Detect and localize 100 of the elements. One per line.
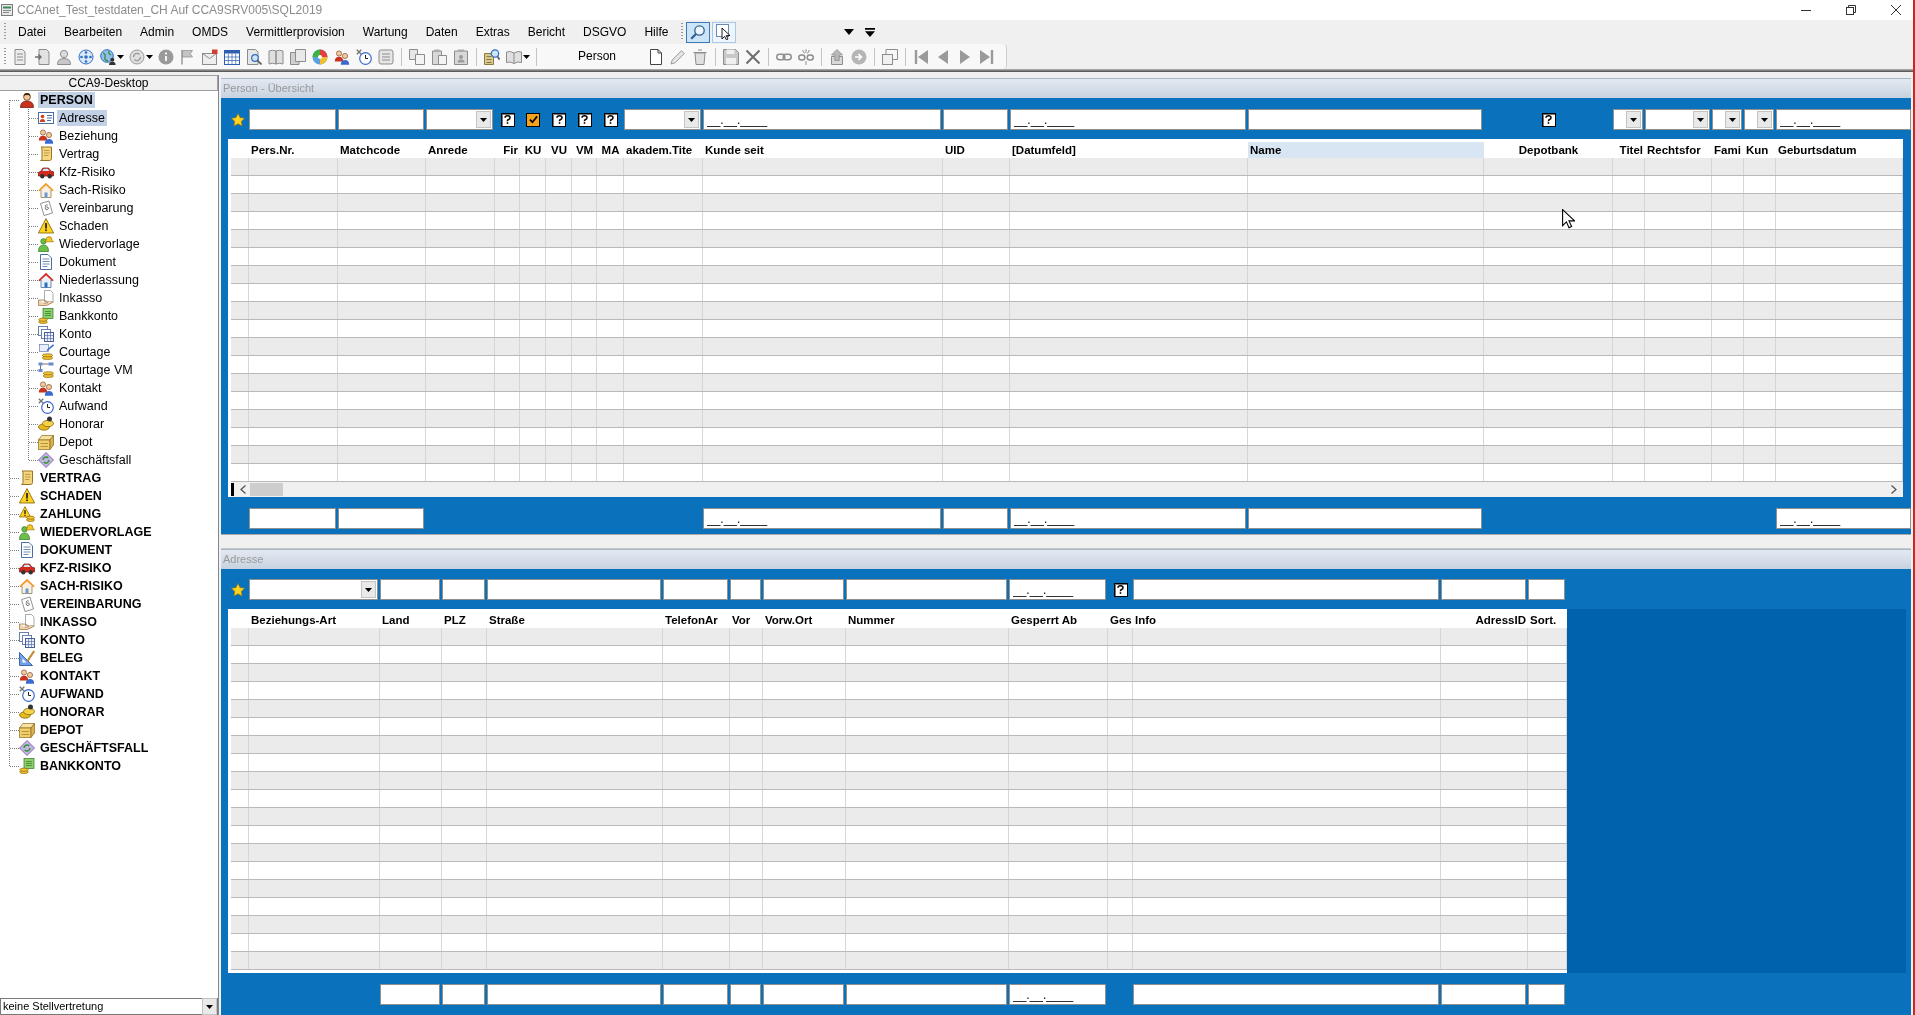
dropdown-button[interactable] — [1757, 111, 1772, 128]
column-header[interactable]: Anrede — [426, 142, 495, 158]
footer-field[interactable] — [943, 508, 1008, 529]
column-header[interactable]: UID — [943, 142, 1010, 158]
column-header[interactable]: Rechtsfor — [1645, 142, 1712, 158]
tree-item[interactable]: Aufwand — [57, 398, 110, 414]
column-header[interactable]: VU — [546, 142, 572, 158]
tree-item[interactable]: Adresse — [57, 110, 107, 126]
tree-item[interactable]: KONTO — [38, 632, 87, 648]
tree-item[interactable]: Kfz-Risiko — [57, 164, 118, 180]
tree-item[interactable]: Dokument — [57, 254, 118, 270]
footer-field[interactable] — [380, 984, 440, 1005]
last-icon[interactable] — [979, 48, 996, 65]
caret-icon[interactable] — [206, 1004, 213, 1009]
calendar-icon[interactable] — [224, 48, 240, 65]
menu-item[interactable]: Admin — [131, 24, 184, 40]
person-icon[interactable] — [56, 48, 72, 65]
footer-field[interactable] — [487, 984, 661, 1005]
disc-icon[interactable] — [312, 48, 328, 65]
column-header[interactable]: MA — [597, 142, 624, 158]
tree-item[interactable]: Courtage — [57, 344, 113, 360]
filter-field[interactable] — [249, 109, 336, 130]
info-icon[interactable] — [158, 48, 174, 65]
column-header[interactable]: Straße — [487, 612, 663, 628]
paste-icon[interactable] — [431, 48, 447, 65]
footer-field[interactable] — [1528, 984, 1565, 1005]
list-document-icon[interactable] — [12, 48, 28, 65]
filter-field[interactable] — [730, 579, 761, 600]
filter-checkbox[interactable] — [526, 112, 540, 127]
tree-item[interactable]: DEPOT — [38, 722, 86, 738]
column-header[interactable]: Kunde seit — [703, 142, 943, 158]
tree-item[interactable]: VEREINBARUNG — [38, 596, 144, 612]
column-header[interactable]: Fami — [1712, 142, 1744, 158]
tree-item[interactable]: GESCHÄFTSFALL — [38, 740, 151, 756]
document-arrow-icon[interactable] — [34, 48, 50, 65]
caret-icon[interactable] — [480, 117, 487, 122]
filter-field[interactable] — [380, 579, 440, 600]
column-header[interactable]: [Datumfeld] — [1010, 142, 1248, 158]
filter-field[interactable] — [442, 579, 485, 600]
up-arrow-icon[interactable] — [829, 48, 846, 65]
save-icon[interactable] — [723, 48, 740, 65]
filter-field[interactable] — [943, 109, 1008, 130]
new-document-icon[interactable] — [648, 48, 665, 65]
column-header[interactable]: AdressID — [1441, 612, 1528, 628]
tree-item[interactable]: INKASSO — [38, 614, 99, 630]
footer-field[interactable] — [846, 984, 1007, 1005]
footer-field[interactable] — [1441, 984, 1526, 1005]
scroll-right-icon[interactable] — [1891, 485, 1897, 494]
menu-item[interactable]: Bericht — [518, 24, 575, 40]
pencil-icon[interactable] — [670, 48, 687, 65]
flag-icon[interactable] — [180, 48, 196, 65]
cross-icon[interactable] — [745, 48, 762, 65]
tree-item[interactable]: Geschäftsfall — [57, 452, 134, 468]
documents-icon[interactable] — [290, 48, 306, 65]
star-icon[interactable] — [231, 112, 245, 127]
caret-icon[interactable] — [1697, 117, 1704, 122]
menu-item[interactable]: DSGVO — [574, 24, 636, 40]
filter-date-field[interactable]: __.__.____ — [703, 109, 941, 130]
star-icon[interactable] — [231, 582, 245, 597]
filter-date-field[interactable]: __.__.____ — [1776, 109, 1911, 130]
dropdown-button[interactable] — [1626, 111, 1641, 128]
tree-item[interactable]: Niederlassung — [57, 272, 141, 288]
bar-arrow-icon[interactable] — [865, 27, 876, 37]
search-document-icon[interactable] — [246, 48, 262, 65]
tree-item[interactable]: PERSON — [38, 92, 95, 108]
menu-item[interactable]: Hilfe — [635, 24, 678, 40]
column-header[interactable]: KU — [520, 142, 546, 158]
filter-checkbox[interactable] — [603, 112, 618, 127]
clock-icon[interactable] — [356, 48, 372, 65]
tree-item[interactable]: Vertrag — [57, 146, 102, 162]
filter-checkbox[interactable] — [1113, 582, 1128, 597]
scroll-left-icon[interactable] — [240, 485, 246, 494]
tree-item[interactable]: Courtage VM — [57, 362, 135, 378]
filter-field[interactable] — [663, 579, 728, 600]
first-icon[interactable] — [913, 48, 930, 65]
tree-item[interactable]: SACH-RISIKO — [38, 578, 125, 594]
caret-icon[interactable] — [146, 54, 153, 59]
network-icon[interactable] — [78, 48, 94, 65]
substitute-dropdown[interactable]: keine Stellvertretung — [0, 998, 218, 1015]
column-header[interactable]: Titel — [1613, 142, 1645, 158]
footer-field[interactable] — [338, 508, 424, 529]
menu-item[interactable]: Bearbeiten — [55, 24, 132, 40]
footer-date-field[interactable]: __.__.____ — [1009, 984, 1106, 1005]
tree-item[interactable]: ZAHLUNG — [38, 506, 104, 522]
tree-item[interactable]: HONORAR — [38, 704, 107, 720]
dropdown-button[interactable] — [361, 581, 376, 598]
tree-item[interactable]: Honorar — [57, 416, 107, 432]
book-icon[interactable] — [268, 48, 284, 65]
column-header[interactable]: VM — [572, 142, 597, 158]
tree-item[interactable]: Inkasso — [57, 290, 105, 306]
horizontal-scrollbar[interactable] — [231, 482, 1903, 497]
list-icon[interactable] — [378, 48, 394, 65]
tree-item[interactable]: Beziehung — [57, 128, 121, 144]
footer-field[interactable] — [663, 984, 728, 1005]
column-header[interactable]: Sort. — [1528, 612, 1567, 628]
close-icon[interactable] — [1891, 5, 1901, 15]
trash-icon[interactable] — [692, 48, 709, 65]
tree-item[interactable]: Wiedervorlage — [57, 236, 142, 252]
column-header[interactable]: Land — [380, 612, 442, 628]
filter-date-field[interactable]: __.__.____ — [1010, 109, 1246, 130]
